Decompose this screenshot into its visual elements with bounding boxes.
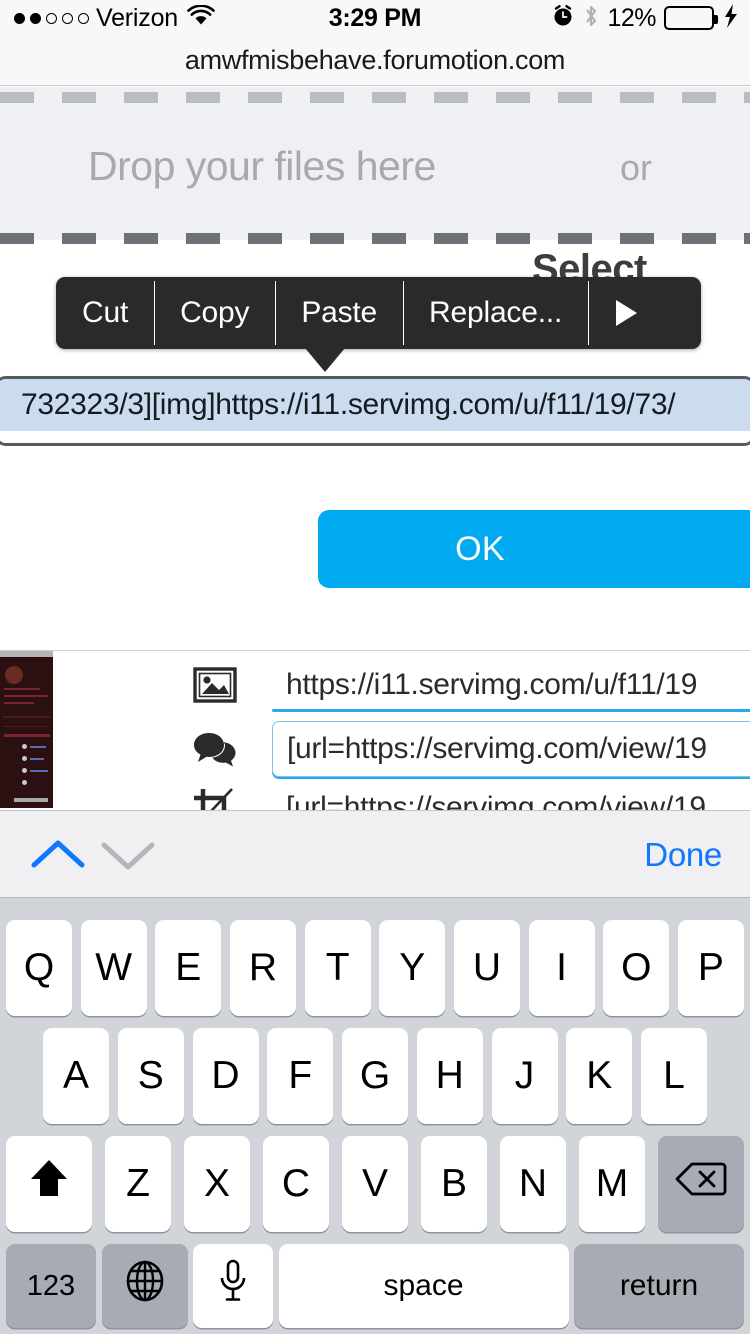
chevron-down-icon[interactable] — [100, 835, 156, 880]
image-url-underline — [272, 709, 750, 712]
key-x[interactable]: X — [184, 1136, 250, 1232]
image-url-value[interactable]: https://i11.servimg.com/u/f11/19 — [272, 657, 750, 713]
on-screen-keyboard[interactable]: Q W E R T Y U I O P A S D F G H J K L Z … — [0, 898, 750, 1334]
browser-url-bar[interactable]: amwfmisbehave.forumotion.com — [0, 36, 750, 86]
key-h[interactable]: H — [416, 1028, 483, 1124]
keyboard-row-3: Z X C V B N M — [0, 1136, 750, 1232]
battery-icon — [664, 6, 718, 30]
chevron-up-icon[interactable] — [30, 835, 86, 880]
space-key[interactable]: space — [278, 1244, 569, 1328]
key-k[interactable]: K — [566, 1028, 633, 1124]
key-g[interactable]: G — [342, 1028, 408, 1124]
menu-item-replace[interactable]: Replace... — [403, 277, 588, 349]
drop-zone-bottom-dashed-border — [0, 233, 750, 244]
triangle-right-icon — [616, 300, 638, 326]
keyboard-row-1: Q W E R T Y U I O P — [0, 920, 750, 1016]
ok-button[interactable]: OK — [318, 510, 750, 588]
key-b[interactable]: B — [421, 1136, 487, 1232]
key-p[interactable]: P — [677, 920, 744, 1016]
form-row-bbcode[interactable]: [url=https://servimg.com/view/19 — [0, 719, 750, 779]
microphone-icon — [217, 1258, 249, 1314]
key-u[interactable]: U — [453, 920, 520, 1016]
web-page-content: Drop your files here or Select Cut Copy … — [0, 87, 750, 810]
key-q[interactable]: Q — [6, 920, 72, 1016]
menu-item-copy[interactable]: Copy — [154, 277, 275, 349]
image-link-form: https://i11.servimg.com/u/f11/19 [url=ht… — [0, 650, 750, 810]
form-row-thumbnail-bbcode[interactable]: [url=https://servimg.com/view/19 — [0, 783, 750, 810]
shift-key[interactable] — [6, 1136, 92, 1232]
numbers-key[interactable]: 123 — [6, 1244, 96, 1328]
alarm-icon — [551, 4, 575, 33]
status-bar: Verizon 3:29 PM 12% — [0, 0, 750, 36]
key-f[interactable]: F — [267, 1028, 334, 1124]
charging-bolt-icon — [722, 3, 740, 34]
key-l[interactable]: L — [641, 1028, 707, 1124]
key-i[interactable]: I — [528, 920, 595, 1016]
selected-text-value: 732323/3][img]https://i11.servimg.com/u/… — [21, 388, 676, 421]
key-m[interactable]: M — [579, 1136, 645, 1232]
drop-zone-label: Drop your files here — [88, 143, 436, 189]
backspace-key[interactable] — [658, 1136, 744, 1232]
status-bar-right: 12% — [551, 0, 740, 36]
crop-icon — [190, 787, 240, 810]
backspace-icon — [675, 1160, 727, 1208]
drop-zone-top-dashed-border — [0, 92, 750, 103]
key-j[interactable]: J — [491, 1028, 558, 1124]
edit-menu-pointer — [305, 348, 345, 372]
bbcode-value[interactable]: [url=https://servimg.com/view/19 — [272, 721, 750, 777]
speech-bubble-icon — [190, 729, 240, 769]
return-key[interactable]: return — [574, 1244, 744, 1328]
drop-zone-or-label: or — [620, 147, 653, 188]
key-e[interactable]: E — [155, 920, 222, 1016]
battery-percent-label: 12% — [607, 3, 656, 32]
key-n[interactable]: N — [500, 1136, 566, 1232]
text-selection-highlight: 732323/3][img]https://i11.servimg.com/u/… — [0, 379, 750, 431]
done-button[interactable]: Done — [644, 811, 722, 899]
text-edit-menu[interactable]: Cut Copy Paste Replace... — [56, 277, 701, 349]
url-label: amwfmisbehave.forumotion.com — [184, 45, 566, 75]
key-o[interactable]: O — [603, 920, 670, 1016]
key-y[interactable]: Y — [379, 920, 446, 1016]
bluetooth-icon — [583, 3, 599, 34]
keyboard-accessory-bar: Done — [0, 810, 750, 898]
ok-button-label: OK — [455, 529, 505, 568]
menu-item-cut[interactable]: Cut — [56, 277, 154, 349]
keyboard-row-4: 123 space return — [0, 1244, 750, 1328]
dictation-key[interactable] — [193, 1244, 273, 1328]
menu-item-more[interactable] — [588, 277, 665, 349]
key-v[interactable]: V — [342, 1136, 408, 1232]
thumbnail-bbcode-value[interactable]: [url=https://servimg.com/view/19 — [272, 780, 750, 810]
key-s[interactable]: S — [117, 1028, 184, 1124]
shift-icon — [27, 1156, 71, 1212]
globe-icon — [124, 1259, 166, 1313]
form-row-image-url[interactable]: https://i11.servimg.com/u/f11/19 — [0, 657, 750, 713]
key-r[interactable]: R — [229, 920, 296, 1016]
key-a[interactable]: A — [43, 1028, 109, 1124]
globe-key[interactable] — [101, 1244, 188, 1328]
file-drop-zone[interactable]: Drop your files here or — [0, 87, 750, 244]
image-icon — [190, 666, 240, 704]
key-z[interactable]: Z — [105, 1136, 171, 1232]
keyboard-row-2: A S D F G H J K L — [0, 1028, 750, 1124]
key-t[interactable]: T — [304, 920, 371, 1016]
key-w[interactable]: W — [80, 920, 147, 1016]
url-text-input[interactable]: 732323/3][img]https://i11.servimg.com/u/… — [0, 376, 750, 446]
key-c[interactable]: C — [263, 1136, 329, 1232]
key-d[interactable]: D — [192, 1028, 259, 1124]
menu-item-paste[interactable]: Paste — [275, 277, 403, 349]
